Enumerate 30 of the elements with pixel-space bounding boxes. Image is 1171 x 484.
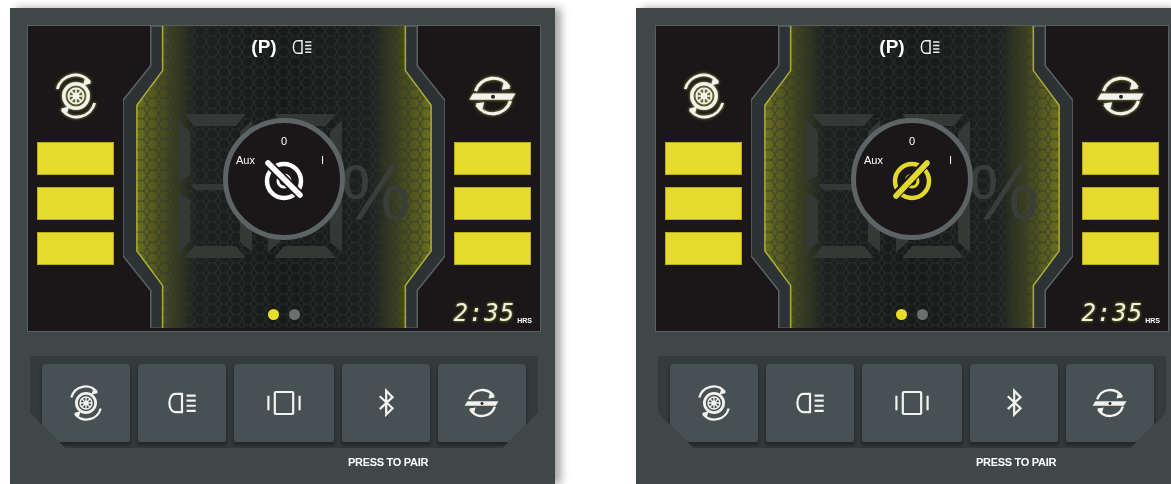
- wheel-rotate-button[interactable]: [42, 364, 131, 442]
- percent-sign: %: [341, 148, 411, 239]
- page-dot[interactable]: [289, 309, 300, 320]
- headlight-button[interactable]: [138, 364, 227, 442]
- pair-hint: PRESS TO PAIR: [976, 456, 1057, 468]
- park-indicator: (P): [251, 36, 277, 58]
- headlight-button[interactable]: [766, 364, 855, 442]
- dial-label: Aux: [236, 153, 255, 166]
- wheel-rotate-button[interactable]: [670, 364, 759, 442]
- park-indicator: (P): [879, 36, 905, 58]
- page-dot[interactable]: [268, 309, 279, 320]
- blade-rotate-button[interactable]: [1065, 364, 1154, 442]
- hour-meter: 2:35: [1081, 299, 1144, 327]
- bluetooth-icon: [1004, 388, 1023, 418]
- bluetooth-icon: [376, 388, 395, 418]
- hour-meter: 2:35: [453, 299, 516, 327]
- dial-label: I: [948, 153, 952, 166]
- dial-label: Aux: [864, 153, 883, 166]
- screen-button[interactable]: [234, 364, 334, 442]
- dial-label: 0: [280, 134, 288, 147]
- page-dot[interactable]: [917, 309, 928, 320]
- dial-label: 0: [908, 134, 916, 147]
- blade-rotate-button[interactable]: [437, 364, 526, 442]
- dial-label: I: [320, 153, 324, 166]
- bluetooth-button[interactable]: [341, 364, 430, 442]
- bluetooth-button[interactable]: [969, 364, 1058, 442]
- pair-hint: PRESS TO PAIR: [348, 456, 429, 468]
- percent-sign: %: [969, 148, 1039, 239]
- screen-button[interactable]: [862, 364, 962, 442]
- page-dot[interactable]: [896, 309, 907, 320]
